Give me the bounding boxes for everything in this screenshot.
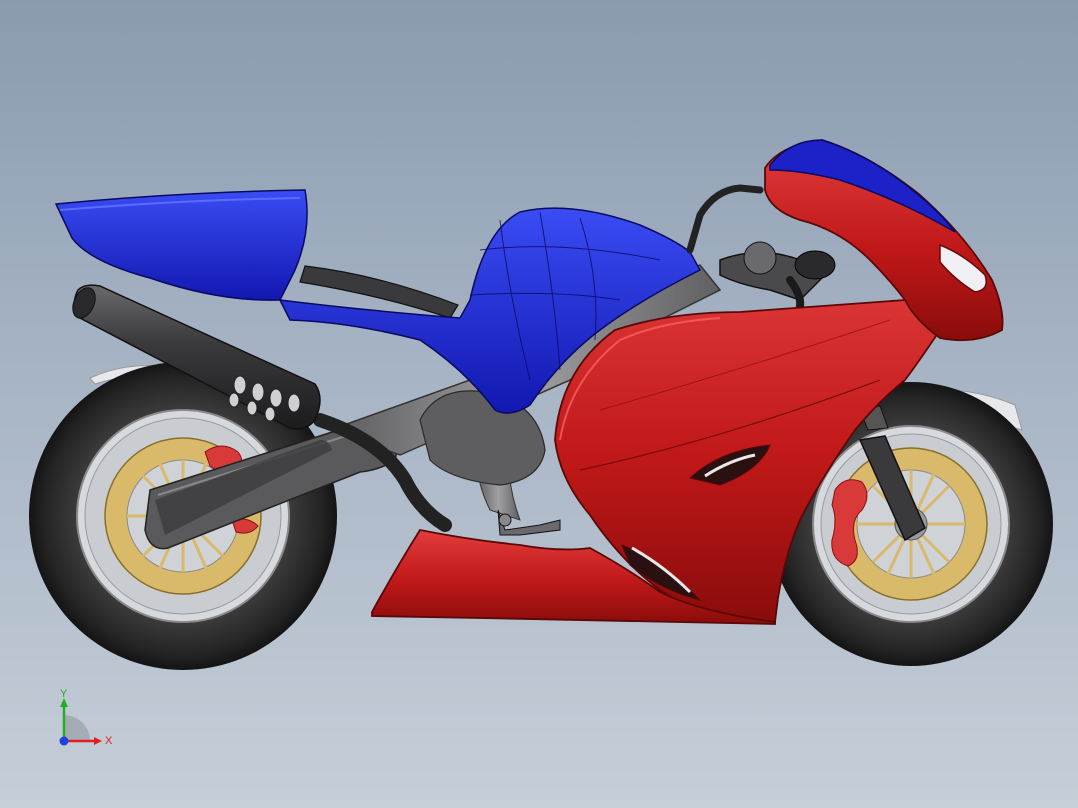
x-axis-label: X <box>105 735 113 747</box>
mirror-stalk <box>686 184 764 254</box>
z-axis-dot <box>59 736 69 746</box>
motorcycle-model[interactable] <box>0 0 1078 808</box>
cad-viewport[interactable]: X Y <box>0 0 1078 808</box>
y-axis-label: Y <box>60 688 68 700</box>
axis-triad: X Y <box>59 688 113 747</box>
